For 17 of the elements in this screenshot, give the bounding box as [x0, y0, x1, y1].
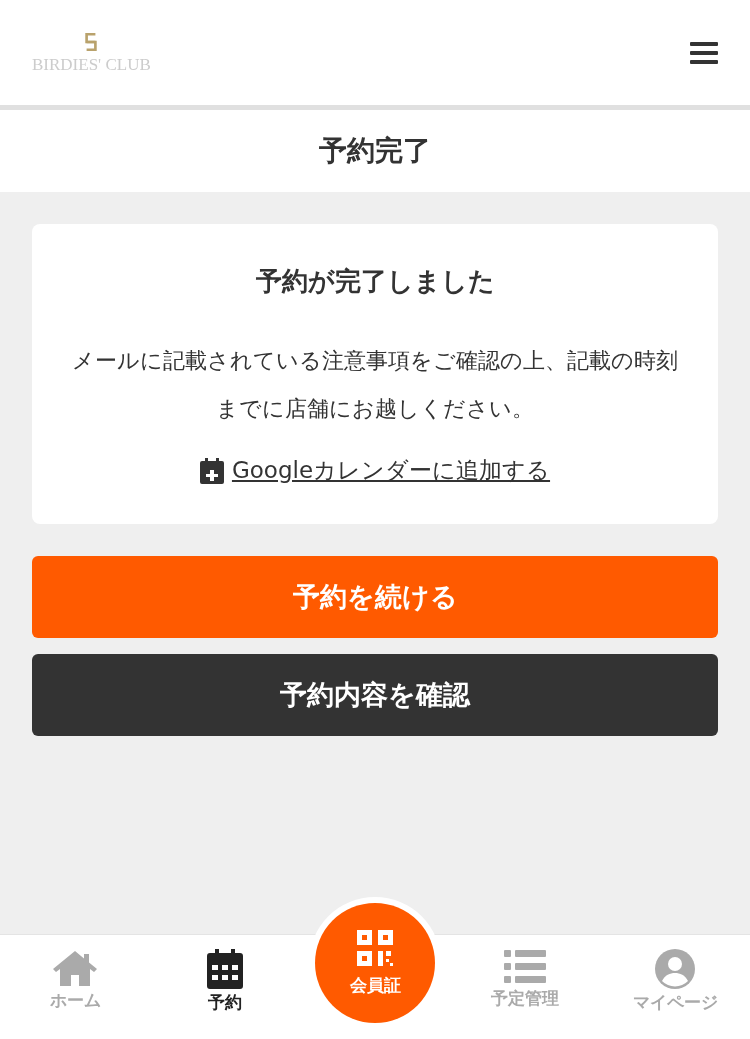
calendar-icon — [207, 949, 243, 989]
action-button[interactable]: 予約内容を確認 — [32, 654, 718, 736]
nav-tab[interactable]: 予定管理 — [450, 935, 600, 1039]
page-title: 予約完了 — [319, 133, 431, 169]
nav-tab[interactable]: 予約 — [150, 935, 300, 1039]
qr-code-icon — [357, 929, 393, 966]
nav-tab[interactable]: マイページ — [600, 935, 750, 1039]
user-icon — [655, 949, 695, 989]
add-to-calendar-link[interactable]: Googleカレンダーに追加する — [231, 455, 551, 486]
list-icon — [504, 949, 546, 985]
calendar-add-icon — [199, 457, 224, 484]
message-text: メールに記載されている注意事項をご確認の上、記載の時刻までに店舗にお越しください。 — [71, 347, 679, 423]
action-button[interactable]: 予約を続ける — [32, 556, 718, 638]
menu-icon[interactable] — [690, 40, 718, 65]
nav-tab[interactable]: ホーム — [0, 935, 150, 1039]
home-icon — [52, 949, 98, 987]
card-heading: 予約が完了しました — [255, 265, 495, 298]
